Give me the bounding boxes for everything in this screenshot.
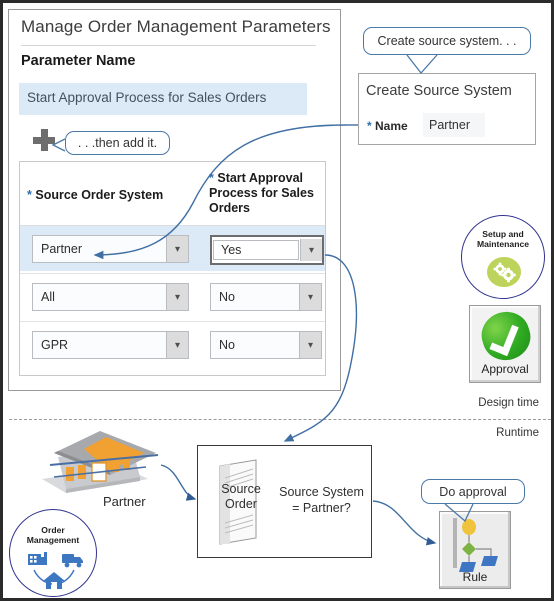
decision-box: Source Order Source System = Partner? bbox=[197, 445, 372, 558]
decision-condition-text: Source System = Partner? bbox=[279, 485, 364, 515]
building-icon bbox=[36, 427, 166, 505]
chevron-down-icon[interactable]: ▾ bbox=[300, 239, 322, 261]
table-row[interactable]: All ▾ No ▾ bbox=[20, 274, 325, 319]
partner-label: Partner bbox=[103, 494, 146, 509]
source-order-label: Source Order bbox=[221, 482, 261, 511]
order-management-badge: Order Management bbox=[9, 509, 97, 597]
required-marker: * bbox=[367, 119, 372, 133]
start-approval-select[interactable]: No ▾ bbox=[210, 331, 322, 359]
setup-badge-label: Setup and Maintenance bbox=[476, 229, 530, 249]
source-order-system-select[interactable]: Partner ▾ bbox=[32, 235, 189, 263]
page-title: Manage Order Management Parameters bbox=[21, 17, 331, 36]
callout-create-source-system: Create source system. . . bbox=[363, 27, 531, 55]
approval-tile[interactable]: Approval bbox=[469, 305, 541, 383]
rule-tile-label: Rule bbox=[462, 570, 488, 584]
gears-icon bbox=[487, 257, 521, 287]
start-approval-select[interactable]: Yes ▾ bbox=[210, 235, 324, 265]
runtime-label: Runtime bbox=[496, 427, 539, 439]
select-value: Partner bbox=[41, 242, 82, 256]
diagram-canvas: Manage Order Management Parameters Param… bbox=[0, 0, 554, 601]
chevron-down-icon[interactable]: ▾ bbox=[166, 236, 188, 262]
chevron-down-icon[interactable]: ▾ bbox=[299, 332, 321, 358]
column-header-label: Source Order System bbox=[35, 188, 164, 202]
required-marker: * bbox=[27, 188, 32, 202]
rule-tile[interactable]: Rule bbox=[439, 511, 511, 589]
select-value: No bbox=[219, 338, 235, 352]
select-value: All bbox=[41, 290, 55, 304]
table-row[interactable]: GPR ▾ No ▾ bbox=[20, 322, 325, 367]
parameter-name-value: Start Approval Process for Sales Orders bbox=[27, 90, 267, 105]
column-header-start-approval: * Start Approval Process for Sales Order… bbox=[209, 171, 321, 216]
parameter-name-label: Parameter Name bbox=[21, 53, 136, 69]
required-marker: * bbox=[209, 171, 214, 185]
create-source-system-title: Create Source System bbox=[366, 83, 512, 99]
column-header-label: Start Approval Process for Sales Orders bbox=[209, 171, 314, 215]
gears-icon-svg bbox=[493, 262, 516, 283]
select-value: No bbox=[219, 290, 235, 304]
phase-divider bbox=[9, 419, 551, 420]
order-management-badge-label: Order Management bbox=[26, 525, 80, 545]
select-value: GPR bbox=[41, 338, 69, 352]
chevron-down-icon[interactable]: ▾ bbox=[299, 284, 321, 310]
parameter-name-row[interactable]: Start Approval Process for Sales Orders bbox=[19, 83, 307, 115]
table-row[interactable]: Partner ▾ Yes ▾ bbox=[20, 226, 325, 271]
building-icon-svg bbox=[42, 431, 159, 493]
approval-tile-label: Approval bbox=[481, 362, 529, 376]
start-approval-select[interactable]: No ▾ bbox=[210, 283, 322, 311]
name-input-value: Partner bbox=[429, 118, 470, 132]
setup-and-maintenance-badge: Setup and Maintenance bbox=[461, 215, 545, 299]
title-divider bbox=[21, 45, 316, 46]
callout-then-add-it: . . .then add it. bbox=[65, 131, 170, 155]
chevron-down-icon[interactable]: ▾ bbox=[166, 332, 188, 358]
source-order-system-select[interactable]: All ▾ bbox=[32, 283, 189, 311]
callout-do-approval: Do approval bbox=[421, 479, 525, 504]
rule-tree-icon bbox=[453, 518, 498, 572]
plus-icon[interactable] bbox=[33, 129, 55, 151]
design-time-label: Design time bbox=[478, 397, 539, 409]
column-header-source-order-system: * Source Order System bbox=[27, 188, 177, 202]
name-label-text: Name bbox=[375, 119, 408, 133]
green-check-icon bbox=[475, 305, 537, 367]
chevron-down-icon[interactable]: ▾ bbox=[166, 284, 188, 310]
supply-chain-icon bbox=[28, 552, 83, 589]
name-input[interactable]: Partner bbox=[423, 113, 485, 137]
select-value: Yes bbox=[213, 240, 299, 260]
source-order-system-select[interactable]: GPR ▾ bbox=[32, 331, 189, 359]
name-field-label: * Name bbox=[367, 119, 408, 133]
